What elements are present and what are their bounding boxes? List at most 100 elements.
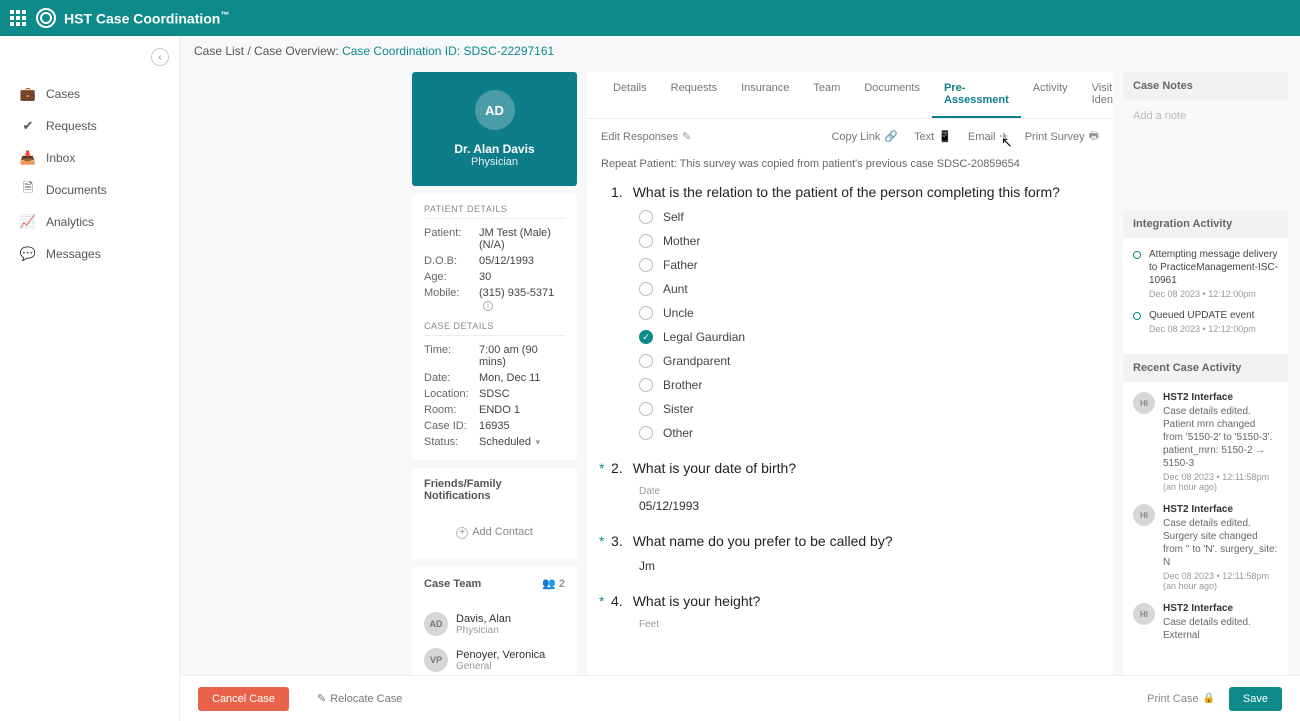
tab-details[interactable]: Details bbox=[601, 72, 659, 118]
option-aunt[interactable]: Aunt bbox=[639, 282, 1089, 296]
tabs: DetailsRequestsInsuranceTeamDocumentsPre… bbox=[587, 72, 1113, 119]
radio-icon bbox=[639, 402, 653, 416]
case-notes-header: Case Notes bbox=[1123, 72, 1288, 100]
preferred-name-answer[interactable]: Jm bbox=[639, 559, 1089, 573]
phone-icon: 📱 bbox=[938, 130, 952, 143]
nav-documents[interactable]: 🗎Documents bbox=[20, 174, 179, 206]
question-4: *4.What is your height? Feet bbox=[611, 593, 1089, 630]
activity-item: HIHST2 InterfaceCase details edited. Pat… bbox=[1133, 392, 1278, 492]
info-icon[interactable]: i bbox=[483, 301, 493, 311]
copy-link-button[interactable]: Copy Link🔗 bbox=[831, 130, 898, 143]
radio-icon bbox=[639, 282, 653, 296]
add-note-input[interactable]: Add a note bbox=[1133, 110, 1278, 122]
option-other[interactable]: Other bbox=[639, 426, 1089, 440]
option-self[interactable]: Self bbox=[639, 210, 1089, 224]
avatar: VP bbox=[424, 648, 448, 672]
case-team-card: Case Team👥 2 ADDavis, AlanPhysicianVPPen… bbox=[412, 567, 577, 675]
integration-header: Integration Activity bbox=[1123, 210, 1288, 238]
status-dot-icon bbox=[1133, 251, 1141, 259]
avatar: AD bbox=[424, 612, 448, 636]
option-mother[interactable]: Mother bbox=[639, 234, 1089, 248]
collapse-sidebar-icon[interactable]: ‹ bbox=[151, 48, 169, 66]
breadcrumb-root[interactable]: Case List bbox=[194, 44, 244, 58]
question-3: *3.What name do you prefer to be called … bbox=[611, 533, 1089, 573]
breadcrumb-case-link[interactable]: Case Coordination ID: SDSC-22297161 bbox=[342, 44, 554, 58]
question-2: *2.What is your date of birth? Date 05/1… bbox=[611, 460, 1089, 513]
radio-icon bbox=[639, 258, 653, 272]
nav-messages[interactable]: 💬Messages bbox=[20, 238, 179, 270]
recent-activity-header: Recent Case Activity bbox=[1123, 354, 1288, 382]
print-case-button[interactable]: Print Case🔒 bbox=[1147, 693, 1215, 705]
footer: Cancel Case ✎Relocate Case Print Case🔒 S… bbox=[180, 675, 1300, 721]
add-contact-button[interactable]: +Add Contact bbox=[424, 518, 565, 547]
survey-panel: DetailsRequestsInsuranceTeamDocumentsPre… bbox=[587, 72, 1113, 675]
option-legal-gaurdian[interactable]: Legal Gaurdian bbox=[639, 330, 1089, 344]
tab-visit-identifiers[interactable]: Visit Identifiers bbox=[1080, 72, 1113, 118]
activity-item: HIHST2 InterfaceCase details edited. Ext… bbox=[1133, 603, 1278, 644]
physician-role: Physician bbox=[422, 156, 567, 168]
option-sister[interactable]: Sister bbox=[639, 402, 1089, 416]
integration-item: Attempting message delivery to PracticeM… bbox=[1133, 248, 1278, 299]
option-father[interactable]: Father bbox=[639, 258, 1089, 272]
physician-name: Dr. Alan Davis bbox=[422, 142, 567, 156]
status-dot-icon bbox=[1133, 312, 1141, 320]
check-circle-icon: ✔ bbox=[20, 118, 36, 134]
tab-activity[interactable]: Activity bbox=[1021, 72, 1080, 118]
option-grandparent[interactable]: Grandparent bbox=[639, 354, 1089, 368]
question-1: 1.What is the relation to the patient of… bbox=[611, 184, 1089, 440]
print-icon: 🖶 bbox=[1089, 127, 1099, 146]
nav-requests[interactable]: ✔Requests bbox=[20, 110, 179, 142]
people-icon: 👥 2 bbox=[542, 577, 565, 590]
brand-title: HST Case Coordination™ bbox=[64, 10, 229, 27]
send-icon: ✈ bbox=[999, 130, 1008, 143]
tab-requests[interactable]: Requests bbox=[659, 72, 729, 118]
save-button[interactable]: Save bbox=[1229, 687, 1282, 711]
patient-details-card: PATIENT DETAILS Patient:JM Test (Male)(N… bbox=[412, 194, 577, 460]
tab-insurance[interactable]: Insurance bbox=[729, 72, 801, 118]
avatar: HI bbox=[1133, 504, 1155, 526]
friends-family-card: Friends/Family Notifications +Add Contac… bbox=[412, 468, 577, 559]
activity-item: HIHST2 InterfaceCase details edited. Sur… bbox=[1133, 504, 1278, 591]
link-icon: 🔗 bbox=[884, 130, 898, 143]
nav-analytics[interactable]: 📈Analytics bbox=[20, 206, 179, 238]
team-member[interactable]: ADDavis, AlanPhysician bbox=[424, 606, 565, 642]
plus-icon: + bbox=[456, 527, 468, 539]
apps-grid-icon[interactable] bbox=[10, 10, 26, 26]
team-member[interactable]: VPPenoyer, VeronicaGeneral bbox=[424, 642, 565, 675]
breadcrumb: Case List / Case Overview: Case Coordina… bbox=[180, 36, 1300, 66]
tab-team[interactable]: Team bbox=[801, 72, 852, 118]
pencil-icon: ✎ bbox=[682, 130, 691, 143]
profile-card: AD Dr. Alan Davis Physician bbox=[412, 72, 577, 186]
radio-icon bbox=[639, 378, 653, 392]
message-icon: 💬 bbox=[20, 246, 36, 262]
text-button[interactable]: Text📱 bbox=[914, 130, 952, 143]
briefcase-icon: 💼 bbox=[20, 86, 36, 102]
radio-icon bbox=[639, 210, 653, 224]
avatar: HI bbox=[1133, 603, 1155, 625]
right-column: Case Notes Add a note Integration Activi… bbox=[1123, 72, 1288, 675]
relocate-case-button[interactable]: ✎Relocate Case bbox=[303, 686, 416, 711]
cancel-case-button[interactable]: Cancel Case bbox=[198, 687, 289, 711]
sidebar: ‹ 💼Cases ✔Requests 📥Inbox 🗎Documents 📈An… bbox=[0, 36, 180, 721]
dob-answer[interactable]: 05/12/1993 bbox=[639, 499, 1089, 513]
edit-responses-button[interactable]: Edit Responses✎ bbox=[601, 130, 691, 143]
radio-icon bbox=[639, 426, 653, 440]
document-icon: 🗎 bbox=[20, 182, 36, 198]
radio-icon bbox=[639, 234, 653, 248]
tab-pre-assessment[interactable]: Pre-Assessment bbox=[932, 72, 1021, 118]
option-brother[interactable]: Brother bbox=[639, 378, 1089, 392]
pencil-icon: ✎ bbox=[317, 692, 326, 705]
email-button[interactable]: Email✈ bbox=[968, 130, 1009, 143]
nav-cases[interactable]: 💼Cases bbox=[20, 78, 179, 110]
avatar: HI bbox=[1133, 392, 1155, 414]
lock-icon: 🔒 bbox=[1202, 693, 1214, 704]
nav-inbox[interactable]: 📥Inbox bbox=[20, 142, 179, 174]
chevron-down-icon[interactable]: ▾ bbox=[533, 437, 540, 447]
avatar: AD bbox=[475, 90, 515, 130]
tab-documents[interactable]: Documents bbox=[852, 72, 932, 118]
inbox-icon: 📥 bbox=[20, 150, 36, 166]
chart-icon: 📈 bbox=[20, 214, 36, 230]
integration-item: Queued UPDATE eventDec 08 2023 • 12:12:0… bbox=[1133, 309, 1278, 334]
option-uncle[interactable]: Uncle bbox=[639, 306, 1089, 320]
print-survey-button[interactable]: Print Survey🖶 bbox=[1025, 127, 1099, 146]
